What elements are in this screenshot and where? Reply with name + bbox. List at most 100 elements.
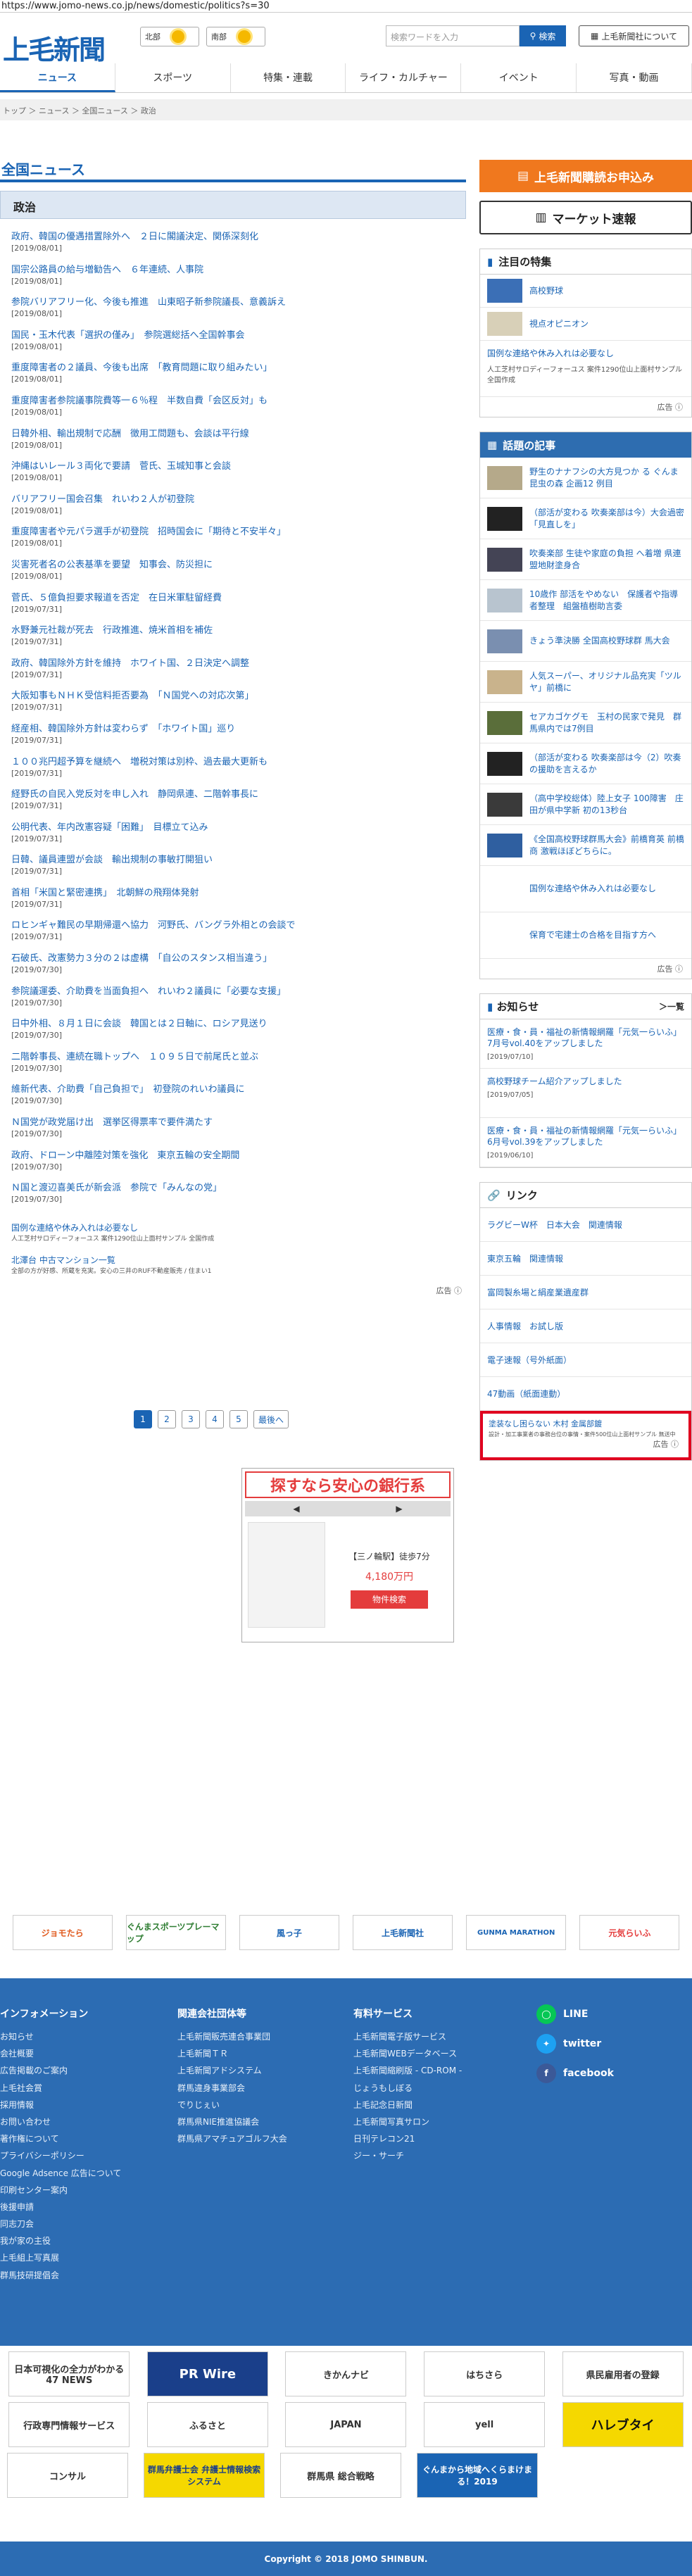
topic-title[interactable]: （部活が変わる 吹奏楽部は今）大会過密「見直しを」	[529, 507, 684, 529]
news-title[interactable]: Ｎ国と渡辺喜美氏が新会派 参院で「みんなの党」	[11, 1180, 466, 1193]
footer-link[interactable]: 上毛新聞写真サロン	[353, 2116, 462, 2132]
news-item[interactable]: 経野氏の自民入党反対を申し入れ 静岡県連、二階幹事長に [2019/07/31]	[11, 786, 466, 819]
footer-link[interactable]: 印刷センター案内	[0, 2184, 121, 2201]
footer-link[interactable]: 上毛新聞販売連合事業団	[177, 2030, 287, 2047]
feature-item[interactable]: 高校野球	[480, 275, 691, 308]
footer-link[interactable]: お問い合わせ	[0, 2116, 121, 2132]
news-title[interactable]: 政府、韓国の優遇措置除外へ ２日に閣議決定、関係深刻化	[11, 229, 466, 242]
ad-search-button[interactable]: 物件検索	[351, 1590, 428, 1609]
footer-link[interactable]: Google Adsence 広告について	[0, 2167, 121, 2184]
footer-link[interactable]: 群馬技研提倡会	[0, 2269, 121, 2286]
news-title[interactable]: 経産相、韓国除外方針は変わらず 「ホワイト国」巡り	[11, 721, 466, 734]
news-item[interactable]: 災害死者名の公表基準を要望 知事会、防災担に [2019/08/01]	[11, 557, 466, 590]
news-title[interactable]: 参院議運委、介助費を当面負担へ れいわ２議員に「必要な支援」	[11, 984, 466, 997]
banner-link[interactable]: JAPAN	[285, 2402, 407, 2447]
news-item[interactable]: 重度障害者や元パラ選手が初登院 招時国会に「期待と不安半々」 [2019/08/0…	[11, 524, 466, 557]
banner-link[interactable]: 風っ子	[239, 1915, 339, 1950]
ad-title[interactable]: 北澤台 中古マンション一覧	[11, 1255, 115, 1265]
news-item[interactable]: 沖縄はいレール３両化で要請 菅氏、玉城知事と会談 [2019/08/01]	[11, 458, 466, 491]
news-title[interactable]: 大阪知事もＮＨＫ受信料拒否要為 「Ｎ国党への対応次第」	[11, 688, 466, 701]
banner-link[interactable]: 群馬県 総合戦略	[280, 2453, 401, 2498]
banner-link[interactable]: GUNMA MARATHON	[466, 1915, 567, 1950]
ad-info-label[interactable]: 広告 ⓘ	[0, 1285, 463, 1296]
nav-features[interactable]: 特集・連載	[231, 63, 346, 92]
ad-info-label[interactable]: 広告 ⓘ	[480, 959, 687, 979]
banner-link[interactable]: 元気らいふ	[579, 1915, 680, 1950]
footer-link[interactable]: ジー・サーチ	[353, 2149, 462, 2166]
banner-link[interactable]: ハレブタイ	[562, 2402, 684, 2447]
news-title[interactable]: 日韓、議員連盟が会談 輸出規制の事敏打開狙い	[11, 852, 466, 865]
topic-title[interactable]: 保育で宅建士の合格を目指す方へ	[529, 929, 656, 941]
news-item[interactable]: 政府、韓国除外方針を維持 ホワイト国、２日決定へ調整 [2019/07/31]	[11, 655, 466, 689]
nav-photos[interactable]: 写真・動画	[577, 63, 692, 92]
news-title[interactable]: Ｎ国党が政党届け出 選挙区得票率で要件満たす	[11, 1114, 466, 1128]
news-title[interactable]: 日中外相、８月１日に会談 韓国とは２日軸に、ロシア見送り	[11, 1016, 466, 1029]
topic-item[interactable]: きょう準決勝 全国高校野球群 馬大会	[480, 621, 691, 662]
news-title[interactable]: １００兆円超予算を継続へ 増税対策は別枠、過去最大更新も	[11, 754, 466, 767]
topic-title[interactable]: 《全国高校野球群馬大会》前橋育英 前橋商 激戦ほぼどちらに。	[529, 834, 684, 856]
next-icon[interactable]: ▶	[396, 1504, 402, 1514]
news-title[interactable]: 二階幹事長、連続在職トップへ １０９５日で前尾氏と並ぶ	[11, 1049, 466, 1062]
news-item[interactable]: 参院バリアフリー化、今後も推進 山東昭子新参院議長、意義訴え [2019/08/0…	[11, 294, 466, 327]
topic-item[interactable]: 人気スーパー、オリジナル品充実「ツルヤ」前橋に	[480, 662, 691, 703]
twitter-link[interactable]: ✦ twitter	[536, 2029, 614, 2059]
footer-link[interactable]: じょうもしぼる	[353, 2082, 462, 2099]
address-bar[interactable]: https://www.jomo-news.co.jp/news/domesti…	[0, 0, 692, 13]
news-title[interactable]: 政府、韓国除外方針を維持 ホワイト国、２日決定へ調整	[11, 655, 466, 669]
banner-ad-realestate[interactable]: 探すなら安心の銀行系 ◀ ▶ 【三ノ輪駅】徒歩7分 4,180万円 物件検索	[241, 1468, 454, 1642]
topic-title[interactable]: 吹奏楽部 生徒や家庭の負担 へ着増 県連盟地財塗身合	[529, 548, 684, 570]
feature-title[interactable]: 高校野球	[529, 285, 563, 296]
topic-item[interactable]: 《全国高校野球群馬大会》前橋育英 前橋商 激戦ほぼどちらに。	[480, 825, 691, 866]
footer-link[interactable]: 上毛組上写真展	[0, 2251, 121, 2268]
news-item[interactable]: 日韓外相、輸出規制で応酬 徴用工問題も、会談は平行線 [2019/08/01]	[11, 426, 466, 459]
news-title[interactable]: 重度障害者参院議事院費等一６％程 半数自費「会区反対」も	[11, 393, 466, 406]
page-link[interactable]: 1	[134, 1410, 152, 1428]
news-item[interactable]: 二階幹事長、連続在職トップへ １０９５日で前尾氏と並ぶ [2019/07/30]	[11, 1049, 466, 1082]
banner-link[interactable]: ぐんまから地域へくらまけまる！2019	[417, 2453, 538, 2498]
topic-title[interactable]: （高中学校総体）陸上女子 100障害 庄田が県中学新 初の13秒台	[529, 793, 684, 815]
news-item[interactable]: 経産相、韓国除外方針は変わらず 「ホワイト国」巡り [2019/07/31]	[11, 721, 466, 754]
news-title[interactable]: 重度障害者や元パラ選手が初登院 招時国会に「期待と不安半々」	[11, 524, 466, 537]
news-item[interactable]: 大阪知事もＮＨＫ受信料拒否要為 「Ｎ国党への対応次第」 [2019/07/31]	[11, 688, 466, 721]
nav-events[interactable]: イベント	[461, 63, 577, 92]
footer-link[interactable]: 上毛新聞縮刷版 ‐ CD-ROM ‐	[353, 2064, 462, 2081]
link-item[interactable]: 富岡製糸場と絹産業遺産群	[480, 1276, 691, 1309]
news-item[interactable]: 日中外相、８月１日に会談 韓国とは２日軸に、ロシア見送り [2019/07/30]	[11, 1016, 466, 1049]
topic-item[interactable]: （部活が変わる 吹奏楽部は今）大会過密「見直しを」	[480, 498, 691, 539]
text-ad[interactable]: 北澤台 中古マンション一覧 全部の方が好感、所蔵を充実。安心の三井のRUF不動産販…	[11, 1254, 466, 1275]
footer-link[interactable]: 広告掲載のご案内	[0, 2064, 121, 2081]
news-title[interactable]: 首相「米国と緊密連携」 北朝鮮の飛翔体発射	[11, 885, 466, 898]
topic-item[interactable]: （高中学校総体）陸上女子 100障害 庄田が県中学新 初の13秒台	[480, 784, 691, 825]
news-title[interactable]: 参院バリアフリー化、今後も推進 山東昭子新参院議長、意義訴え	[11, 294, 466, 308]
weather-north[interactable]: 北部	[140, 27, 199, 46]
highlighted-ad[interactable]: 塗装なし困らない 木村 金属部鍍 設計・加工事業者の事務台位の事情・案件500位山…	[480, 1411, 691, 1460]
news-title[interactable]: 沖縄はいレール３両化で要請 菅氏、玉城知事と会談	[11, 458, 466, 472]
news-title[interactable]: 水野兼元社裁が死去 行政推進、焼米首相を補佐	[11, 622, 466, 636]
banner-link[interactable]: ふるさと	[146, 2402, 268, 2447]
banner-link[interactable]: ジョモたら	[12, 1915, 113, 1950]
notice-item[interactable]: 高校野球チーム紹介アップしました [2019/07/05]	[480, 1069, 691, 1118]
ad-info-label[interactable]: 広告 ⓘ	[489, 1438, 679, 1450]
page-link[interactable]: 3	[182, 1410, 200, 1428]
footer-link[interactable]: 日刊テレコン21	[353, 2132, 462, 2149]
topic-item[interactable]: 10歳作 部活をやめない 保護者や指導者整理 組盤植樹助言委	[480, 580, 691, 621]
news-item[interactable]: 首相「米国と緊密連携」 北朝鮮の飛翔体発射 [2019/07/31]	[11, 885, 466, 918]
banner-link[interactable]: きかんナビ	[285, 2351, 407, 2396]
footer-link[interactable]: 上毛新聞アドシステム	[177, 2064, 287, 2081]
notice-title[interactable]: 医療・食・員・福祉の新情報網羅「元気一らいふ」6月号vol.39をアップしました	[487, 1125, 684, 1148]
ad-title[interactable]: 国例な連絡や休み入れは必要なし	[11, 1223, 138, 1233]
footer-link[interactable]: 群馬違身事業部会	[177, 2082, 287, 2099]
ad-title[interactable]: 国例な連絡や休み入れは必要なし	[487, 348, 684, 359]
news-item[interactable]: 石破氏、改憲勢力３分の２は虚構 「自公のスタンス相当違う」 [2019/07/30…	[11, 950, 466, 984]
banner-link[interactable]: ぐんまスポーツプレーマップ	[125, 1915, 226, 1950]
notice-item[interactable]: 医療・食・員・福祉の新情報網羅「元気一らいふ」6月号vol.39をアップしました…	[480, 1118, 691, 1167]
news-title[interactable]: 国民・玉木代表「選択の僅み」 参院選総括へ全国幹事会	[11, 327, 466, 341]
news-title[interactable]: 公明代表、年内改憲容疑「困難」 目標立て込み	[11, 819, 466, 833]
footer-link[interactable]: 採用情報	[0, 2099, 121, 2116]
footer-link[interactable]: でりじぇい	[177, 2099, 287, 2116]
topic-item[interactable]: 吹奏楽部 生徒や家庭の負担 へ着増 県連盟地財塗身合	[480, 539, 691, 580]
news-title[interactable]: ロヒンギャ難民の早期帰還へ協力 河野氏、バングラ外相との会談で	[11, 917, 466, 931]
topic-item[interactable]: 野生のナナフシの大方見つか る ぐんま昆虫の森 企画12 例目	[480, 458, 691, 498]
news-title[interactable]: 国宗公路員の給与増勧告へ ６年連続、人事院	[11, 262, 466, 275]
topic-item[interactable]: 保育で宅建士の合格を目指す方へ	[480, 912, 691, 959]
